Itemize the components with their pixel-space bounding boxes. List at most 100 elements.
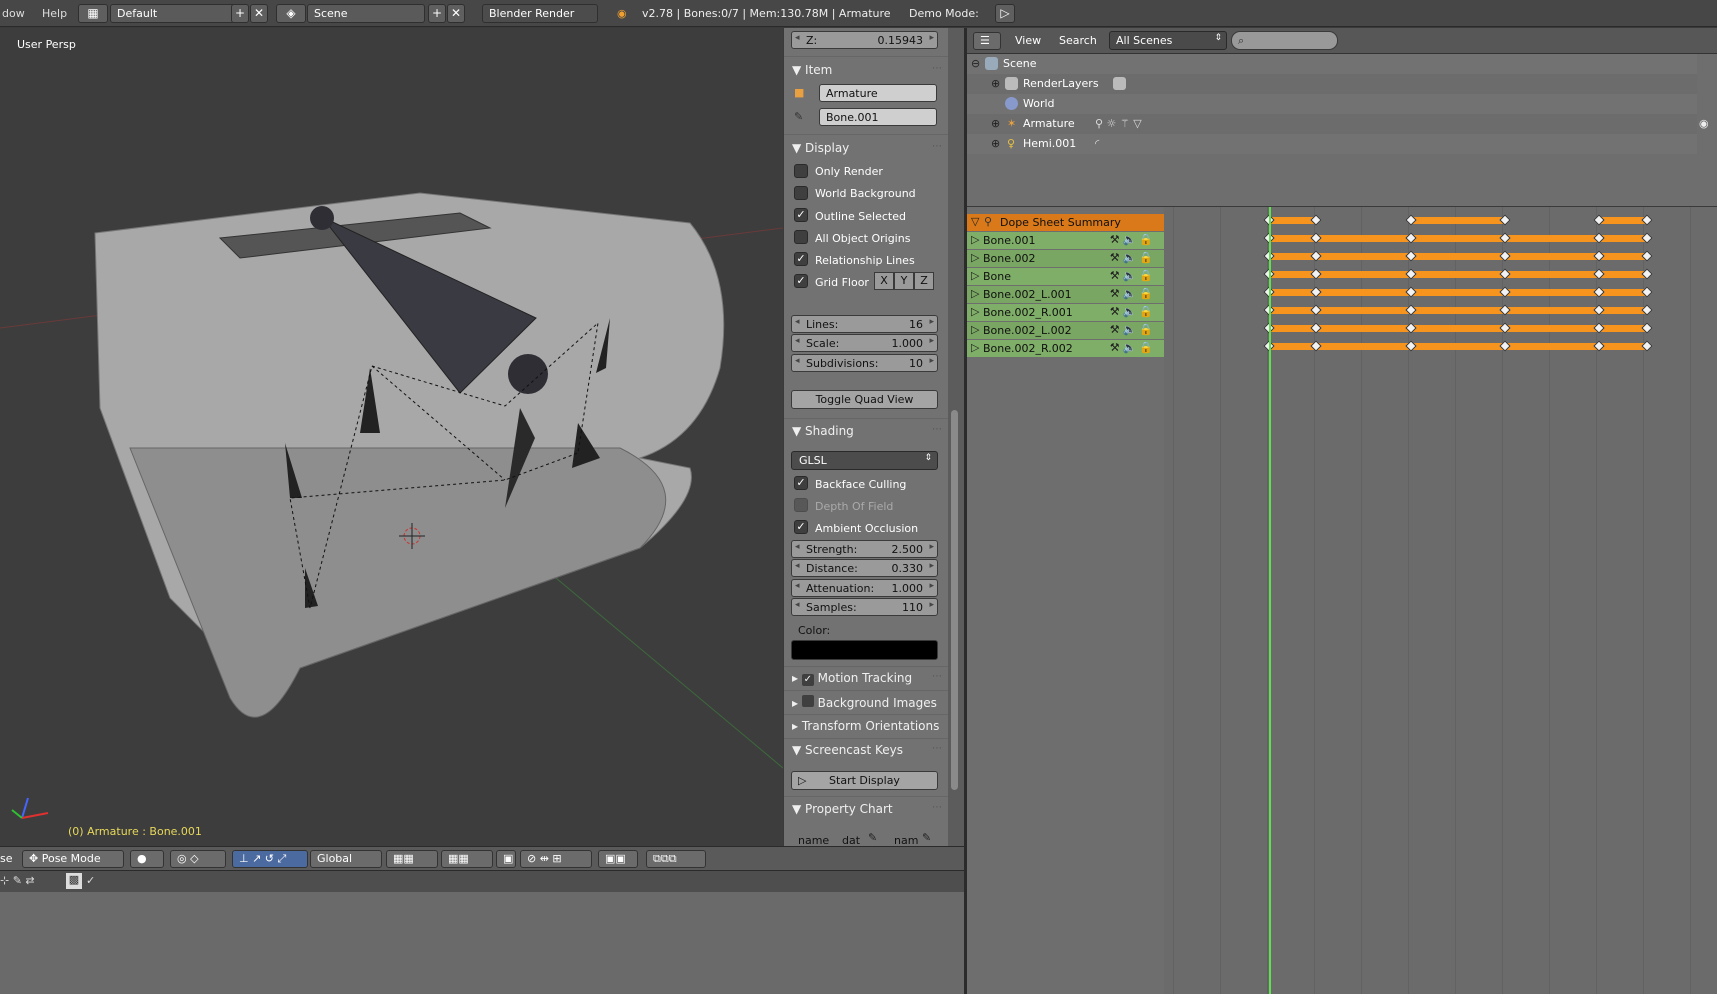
channel-row[interactable]: ▷ Bone.001 ⚒🔈🔒 [967,232,1164,249]
channel-row[interactable]: ▷ Bone.002_L.001 ⚒🔈🔒 [967,286,1164,303]
drag-handle-icon[interactable]: ⋯ [932,63,942,74]
menu-window[interactable]: dow [2,7,25,20]
screencast-keys-header[interactable]: ▼ Screencast Keys [792,743,903,757]
start-display-button[interactable]: ▷ Start Display [791,771,938,790]
ao-samples-field[interactable]: ◂ Samples: 110 ▸ [791,598,938,616]
axis-y-toggle[interactable]: Y [894,272,914,290]
display-panel-header[interactable]: ▼ Display [792,141,849,155]
channel-tools-icon[interactable]: ⚒🔈🔒 [1110,251,1156,264]
proportional-edit-toggles[interactable]: ⊘ ⇹ ⊞ [520,850,592,868]
expand-icon[interactable]: ⊕ [991,77,1000,90]
drag-handle-icon[interactable]: ⋯ [932,743,942,754]
decrement-icon[interactable]: ◂ [795,581,800,591]
viewport-shading-select[interactable]: ● [130,850,164,868]
ao-distance-field[interactable]: ◂ Distance: 0.330 ▸ [791,559,938,577]
motion-tracking-checkbox[interactable]: ✓ [801,674,814,686]
remove-scene-icon[interactable]: ✕ [447,4,465,23]
pivot-point-select[interactable]: ◎ ◇ [170,850,226,868]
layers-grid-1[interactable]: ▦▦ [386,850,438,868]
screen-layout-icon[interactable]: ▦ [78,4,108,23]
decrement-icon[interactable]: ◂ [795,336,800,346]
screen-layout-field[interactable]: Default [110,4,236,23]
editor-type-icon[interactable]: ☰ [973,32,1001,50]
increment-icon[interactable]: ▸ [929,33,934,43]
item-panel-header[interactable]: ▼ Item [792,63,832,77]
expand-icon[interactable]: ⊕ [991,137,1000,150]
render-preview-buttons[interactable]: ▣▣ [598,850,638,868]
outliner-row[interactable]: ⊕ ✶ Armature ⚲ ☼ ⚚ ▽ [967,114,1697,134]
decrement-icon[interactable]: ◂ [795,542,800,552]
increment-icon[interactable]: ▸ [929,561,934,571]
expand-icon[interactable]: ▷ [971,269,979,282]
channel-row[interactable]: ▷ Bone.002 ⚒🔈🔒 [967,250,1164,267]
channel-tools-icon[interactable]: ⚒🔈🔒 [1110,233,1156,246]
increment-icon[interactable]: ▸ [929,600,934,610]
channel-tools-icon[interactable]: ⚒🔈🔒 [1110,323,1156,336]
channel-tools-icon[interactable]: ⚒🔈🔒 [1110,341,1156,354]
outliner-row[interactable]: ⊕ RenderLayers [967,74,1697,94]
bone-name-field[interactable]: Bone.001 [819,108,937,126]
drag-handle-icon[interactable]: ⋯ [932,424,942,435]
ao-strength-field[interactable]: ◂ Strength: 2.500 ▸ [791,540,938,558]
channel-tools-icon[interactable]: ⚒🔈🔒 [1110,287,1156,300]
outliner-row[interactable]: ⊕ ♀ Hemi.001 ◜ [967,134,1697,154]
outline-selected-checkbox[interactable]: ✓ [794,208,808,222]
channel-row[interactable]: ▷ Bone ⚒🔈🔒 [967,268,1164,285]
motion-tracking-header[interactable]: ▸ ✓ Motion Tracking [792,671,912,686]
visibility-eye-icon[interactable]: ◉ [1699,117,1709,130]
grid-floor-checkbox[interactable]: ✓ [794,274,808,288]
background-images-checkbox[interactable] [801,695,814,707]
decrement-icon[interactable]: ◂ [795,317,800,327]
ao-attenuation-field[interactable]: ◂ Attenuation: 1.000 ▸ [791,579,938,597]
add-layout-icon[interactable]: + [231,4,249,23]
add-scene-icon[interactable]: + [428,4,446,23]
keyframe-icon[interactable]: ✓ [86,874,95,887]
drag-handle-icon[interactable]: ⋯ [932,671,942,682]
channel-row[interactable]: ▷ Bone.002_R.002 ⚒🔈🔒 [967,340,1164,357]
outliner-row[interactable]: ⊖ Scene [967,54,1697,74]
axis-x-toggle[interactable]: X [874,272,894,290]
property-chart-header[interactable]: ▼ Property Chart [792,802,893,816]
sidebar-scrollbar[interactable] [951,410,958,790]
outliner-search-menu[interactable]: Search [1059,34,1097,47]
display-mode-select[interactable]: All Scenes ⇕ [1109,31,1227,50]
scene-icon[interactable]: ◈ [276,4,306,23]
remove-layout-icon[interactable]: ✕ [250,4,268,23]
expand-icon[interactable]: ▷ [971,233,979,246]
play-icon[interactable]: ▷ [995,4,1015,23]
expand-icon[interactable]: ▷ [971,251,979,264]
grid-scale-field[interactable]: ◂ Scale: 1.000 ▸ [791,334,938,352]
3d-viewport[interactable]: User Persp (0) Armature : Bone.001 [0,28,783,846]
shading-panel-header[interactable]: ▼ Shading [792,424,854,438]
render-engine-select[interactable]: Blender Render [482,4,598,23]
expand-icon[interactable]: ▷ [971,341,979,354]
collapse-icon[interactable]: ⊖ [971,57,980,70]
object-name-field[interactable]: Armature [819,84,937,102]
timeline-tools-icon[interactable]: ⊹ ✎ ⇄ [0,874,35,887]
decrement-icon[interactable]: ◂ [795,33,800,43]
layers-grid-2[interactable]: ▦▦ [441,850,493,868]
drag-handle-icon[interactable]: ⋯ [932,141,942,152]
channel-row[interactable]: ▷ Bone.002_R.001 ⚒🔈🔒 [967,304,1164,321]
current-frame-indicator[interactable] [1269,207,1271,994]
depth-of-field-checkbox[interactable] [794,498,808,512]
all-object-origins-checkbox[interactable] [794,230,808,244]
relationship-lines-checkbox[interactable]: ✓ [794,252,808,266]
outliner-view-menu[interactable]: View [1015,34,1041,47]
mode-select[interactable]: ✥ Pose Mode [22,850,124,868]
decrement-icon[interactable]: ◂ [795,561,800,571]
ambient-occlusion-checkbox[interactable]: ✓ [794,520,808,534]
outliner-search-field[interactable]: ⌕ [1231,31,1338,50]
channel-tools-icon[interactable]: ⚒🔈🔒 [1110,269,1156,282]
grid-subdivisions-field[interactable]: ◂ Subdivisions: 10 ▸ [791,354,938,372]
ao-color-swatch[interactable] [791,640,938,660]
pose-copy-paste-buttons[interactable]: ⧉⧉⧉ [646,850,706,868]
scene-field[interactable]: Scene [307,4,425,23]
toggle-quad-view-button[interactable]: Toggle Quad View [791,390,938,409]
lock-icon[interactable]: ▣ [496,850,516,868]
transform-orientations-header[interactable]: ▸ Transform Orientations [792,719,939,733]
decrement-icon[interactable]: ◂ [795,600,800,610]
grid-lines-field[interactable]: ◂ Lines: 16 ▸ [791,315,938,333]
only-render-checkbox[interactable] [794,164,808,178]
increment-icon[interactable]: ▸ [929,581,934,591]
